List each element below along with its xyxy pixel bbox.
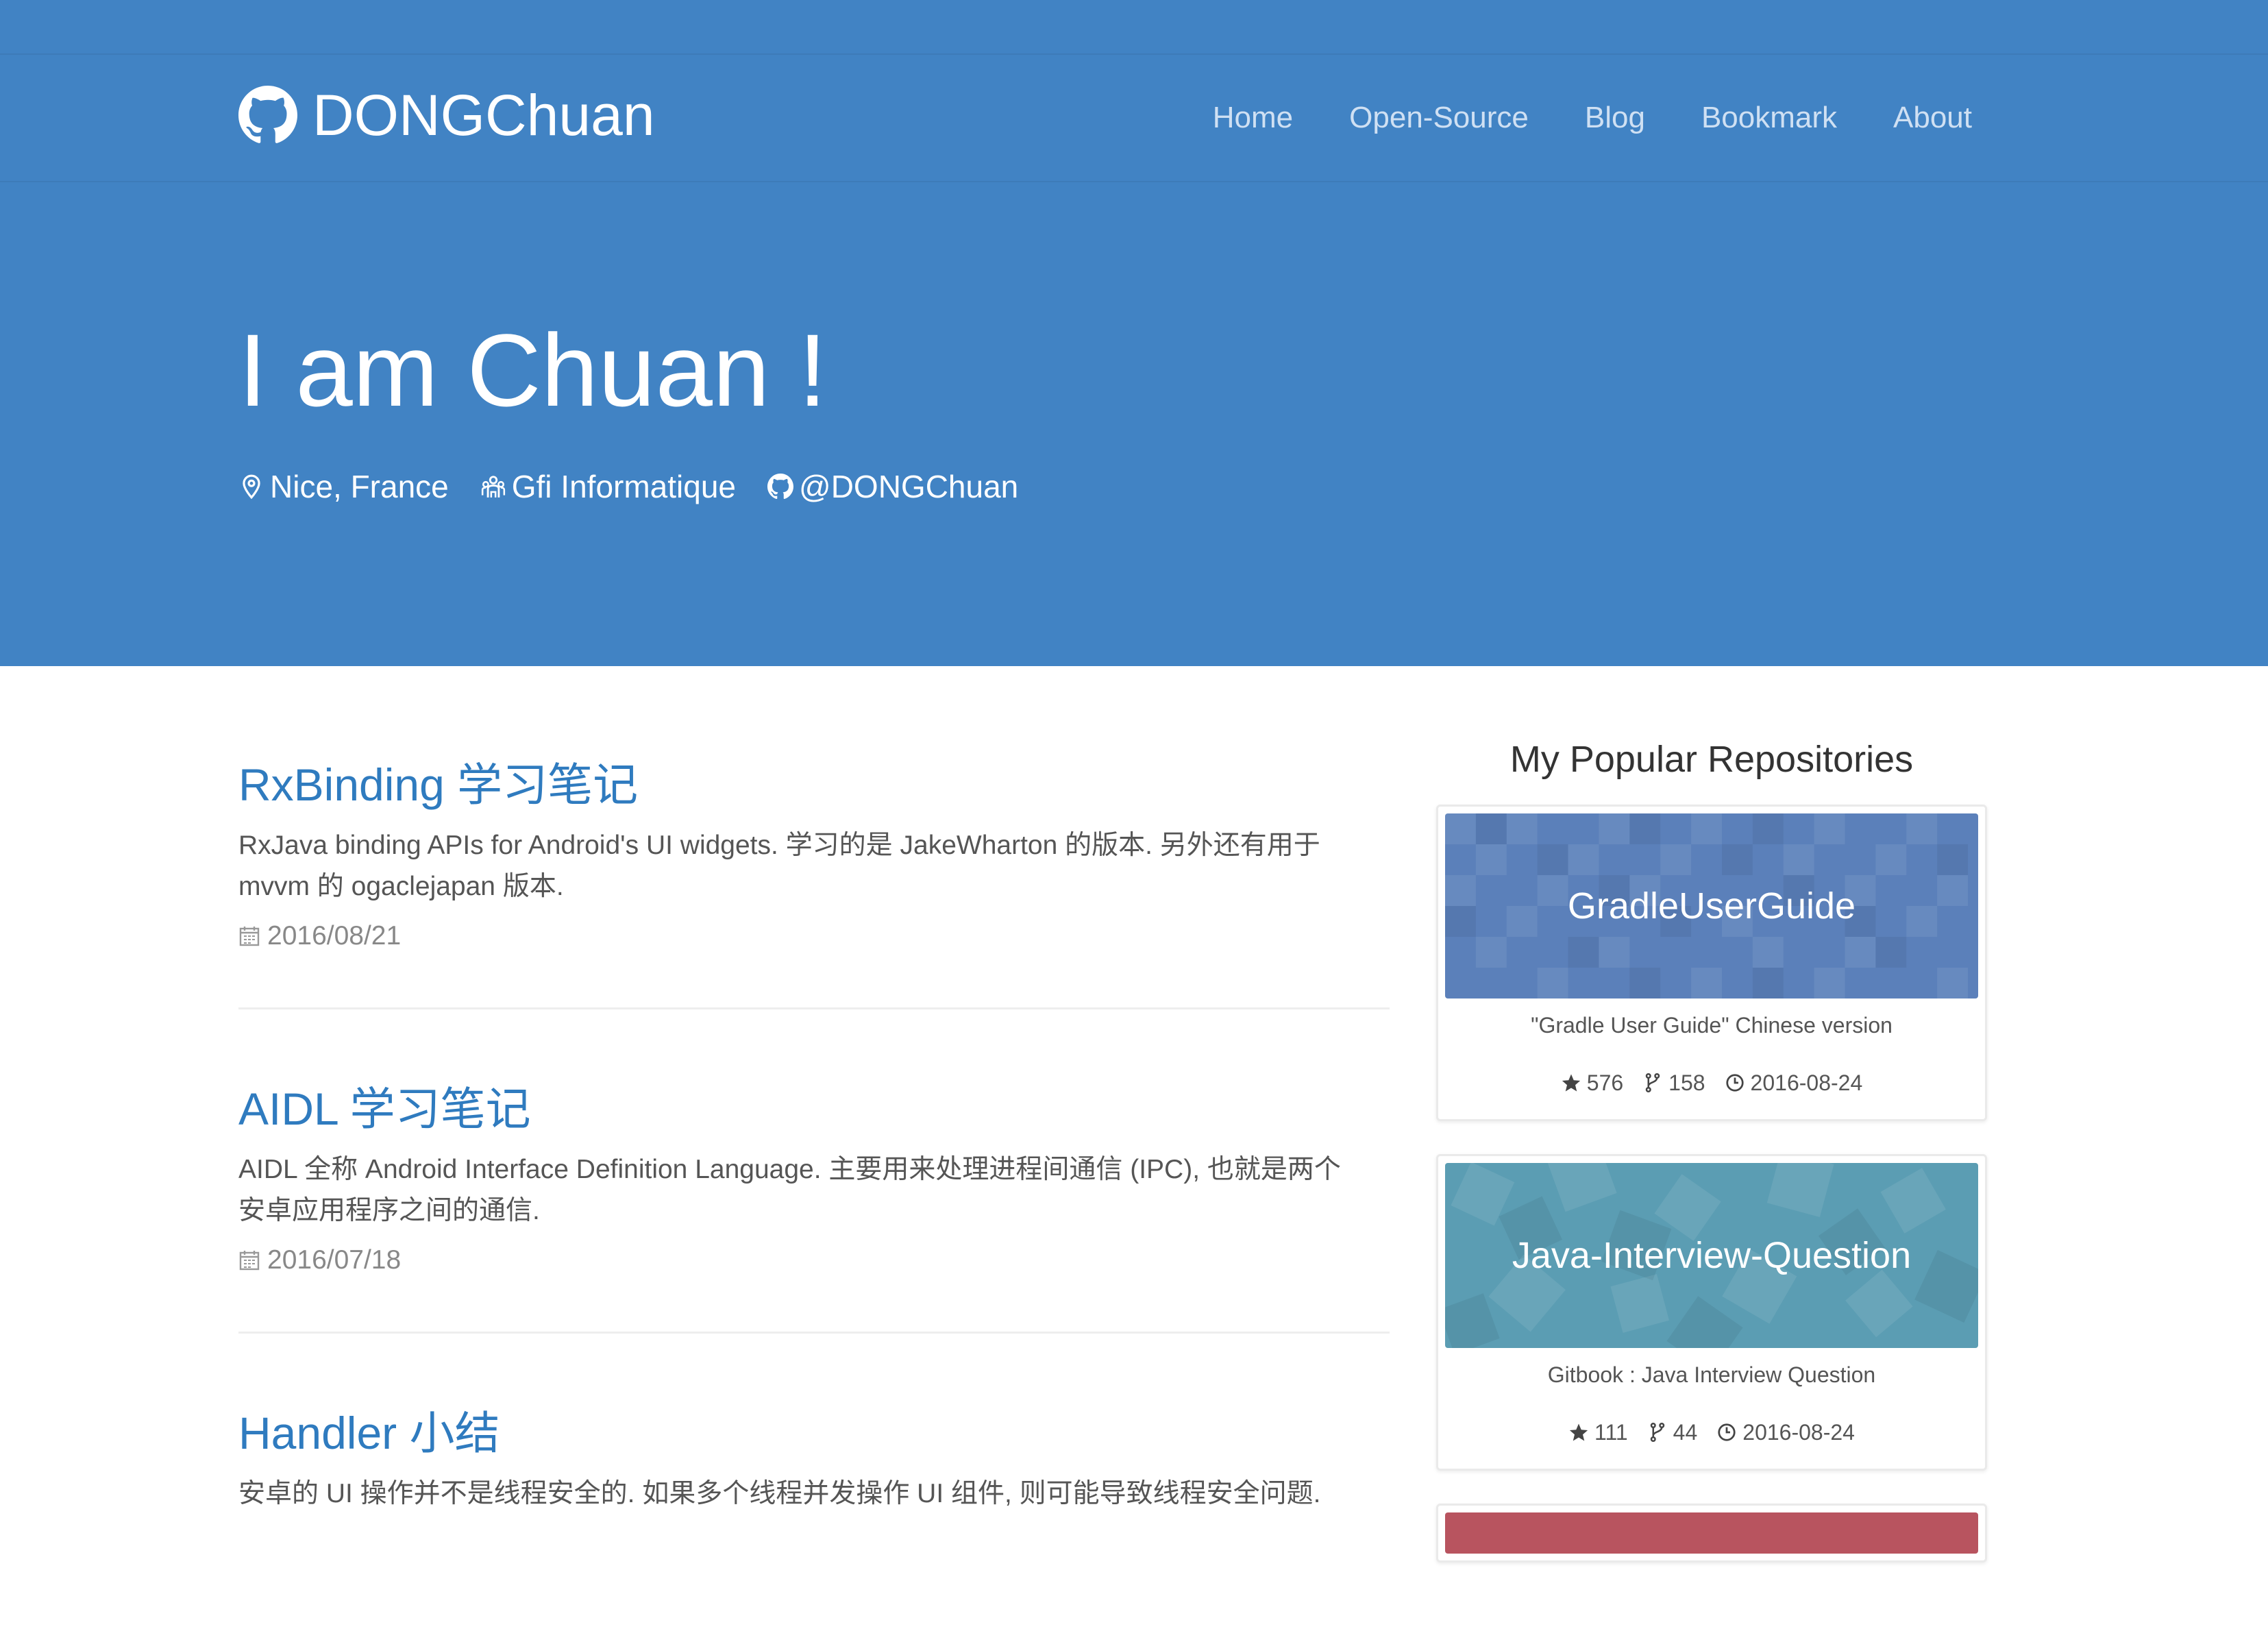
repo-name: Java-Interview-Question [1512, 1235, 1912, 1276]
calendar-icon [239, 927, 260, 946]
star-icon [1562, 1074, 1580, 1092]
location: Nice, France [238, 466, 449, 507]
post-title-link[interactable]: AIDL 学习笔记 [238, 1078, 1390, 1140]
github-profile-link[interactable]: @DONGChuan [767, 466, 1018, 507]
organization-icon [481, 476, 505, 498]
fork-count: 158 [1642, 1066, 1705, 1100]
post-description-line: mvvm 的 ogaclejapan 版本. [238, 872, 564, 901]
map-pin-icon [243, 474, 260, 500]
post-date: 2016/07/18 [238, 1240, 1390, 1281]
post-description-line: AIDL 全称 Android Interface Definition Lan… [238, 1155, 1341, 1184]
star-count: 111 [1568, 1415, 1628, 1449]
repo-card: GradleUserGuide "Gradle User Guide" Chin… [1436, 805, 1987, 1121]
clock-icon [1725, 1074, 1744, 1092]
post-item: AIDL 学习笔记 AIDL 全称 Android Interface Defi… [238, 1078, 1390, 1334]
nav-blog[interactable]: Blog [1585, 97, 1645, 138]
brand-name: DONGChuan [312, 83, 655, 147]
repo-description: Gitbook : Java Interview Question [1547, 1362, 1876, 1387]
post-title-link[interactable]: Handler 小结 [238, 1402, 1390, 1464]
github-icon [238, 86, 297, 145]
post-description: 安卓的 UI 操作并不是线程安全的. 如果多个线程并发操作 UI 组件, 则可能… [238, 1473, 1390, 1515]
repo-banner[interactable]: Java-Interview-Question [1445, 1163, 1978, 1348]
clock-icon [1718, 1423, 1736, 1441]
hero-title: I am Chuan ! [238, 313, 827, 428]
repo-description: "Gradle User Guide" Chinese version [1531, 1013, 1893, 1038]
post-description: AIDL 全称 Android Interface Definition Lan… [238, 1149, 1390, 1232]
repo-card: Java-Interview-Question Gitbook : Java I… [1436, 1154, 1987, 1471]
star-count-text: 576 [1586, 1070, 1624, 1095]
star-icon [1569, 1423, 1588, 1441]
post-date: 2016/08/21 [238, 916, 1390, 957]
repo-name: GradleUserGuide [1567, 885, 1856, 927]
post-date-text: 2016/07/18 [267, 1245, 402, 1275]
fork-count: 44 [1647, 1415, 1698, 1449]
repo-stats: 576 158 2016-08-24 [1445, 1066, 1978, 1100]
updated-date: 2016-08-24 [1716, 1415, 1855, 1449]
nav-about[interactable]: About [1893, 97, 1972, 138]
main-nav: Home Open-Source Blog Bookmark About [1157, 97, 1972, 138]
repo-banner[interactable]: GradleUserGuide [1445, 813, 1978, 998]
nav-open-source[interactable]: Open-Source [1349, 97, 1529, 138]
post-description-line: 安卓的 UI 操作并不是线程安全的. 如果多个线程并发操作 UI 组件, 则可能… [238, 1479, 1321, 1508]
updated-date-text: 2016-08-24 [1742, 1420, 1855, 1445]
repo-card [1436, 1504, 1987, 1563]
github-icon [767, 474, 794, 500]
star-count: 576 [1561, 1066, 1623, 1100]
star-count-text: 111 [1594, 1420, 1628, 1445]
post-description-line: RxJava binding APIs for Android's UI wid… [238, 831, 1320, 860]
repo-stats: 111 44 2016-08-24 [1445, 1415, 1978, 1449]
location-text: Nice, France [270, 469, 449, 504]
fork-icon [1645, 1073, 1660, 1092]
repo-banner[interactable] [1445, 1512, 1978, 1554]
hero-header: DONGChuan Home Open-Source Blog Bookmark… [0, 0, 2268, 666]
calendar-icon [239, 1251, 260, 1271]
post-title-link[interactable]: RxBinding 学习笔记 [238, 754, 1390, 816]
post-item: Handler 小结 安卓的 UI 操作并不是线程安全的. 如果多个线程并发操作… [238, 1402, 1390, 1573]
profile-meta: Nice, France Gfi Informatique @DONGChuan [238, 466, 1050, 507]
top-strip [0, 0, 2268, 55]
company-text: Gfi Informatique [511, 469, 737, 504]
popular-repositories: My Popular Repositories GradleUserGuide … [1436, 732, 1987, 1595]
post-description: RxJava binding APIs for Android's UI wid… [238, 825, 1390, 907]
post-description-line: 安卓应用程序之间的通信. [238, 1196, 540, 1225]
nav-home[interactable]: Home [1213, 97, 1293, 138]
brand-link[interactable]: DONGChuan [238, 81, 655, 149]
post-date-text: 2016/08/21 [267, 921, 402, 951]
post-list: RxBinding 学习笔记 RxJava binding APIs for A… [238, 754, 1390, 1642]
fork-count-text: 44 [1673, 1420, 1698, 1445]
company: Gfi Informatique [480, 466, 736, 507]
updated-date-text: 2016-08-24 [1750, 1070, 1863, 1095]
updated-date: 2016-08-24 [1725, 1066, 1863, 1100]
sidebar-title: My Popular Repositories [1509, 739, 1914, 780]
nav-bookmark[interactable]: Bookmark [1701, 97, 1837, 138]
fork-icon [1650, 1422, 1664, 1442]
post-item: RxBinding 学习笔记 RxJava binding APIs for A… [238, 754, 1390, 1009]
fork-count-text: 158 [1668, 1070, 1705, 1095]
navbar: DONGChuan Home Open-Source Blog Bookmark… [0, 55, 2268, 182]
github-handle: @DONGChuan [799, 469, 1019, 504]
